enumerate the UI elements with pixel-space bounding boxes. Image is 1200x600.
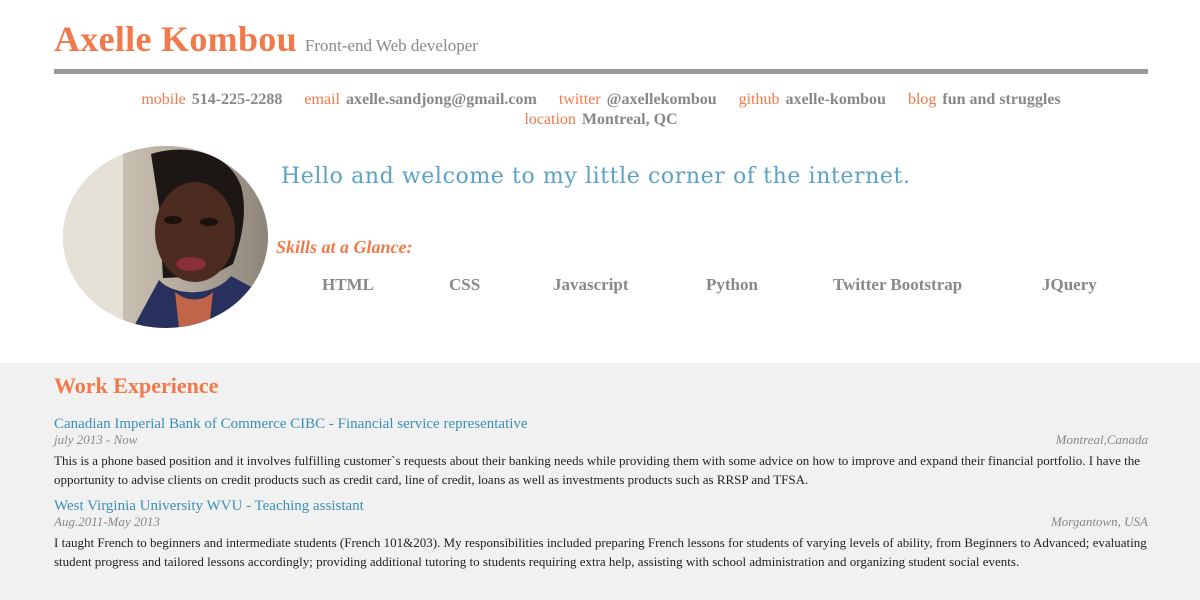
job-title: West Virginia University WVU - Teaching …: [54, 498, 364, 514]
avatar: [63, 146, 268, 328]
contact-mobile: mobile 514-225-2288: [141, 90, 282, 110]
job-location: Montreal,Canada: [1055, 432, 1148, 447]
contact-label: github: [738, 91, 780, 108]
job-description: This is a phone based position and it in…: [54, 453, 1140, 487]
section-title: Work Experience: [54, 373, 219, 398]
contact-value: 514-225-2288: [191, 91, 283, 108]
job-entry: Canadian Imperial Bank of Commerce CIBC …: [54, 415, 1148, 489]
skills-list: HTML CSS Javascript Python Twitter Boots…: [276, 275, 1148, 297]
skill-item: HTML: [322, 275, 374, 294]
skills-heading: Skills at a Glance:: [276, 237, 413, 257]
welcome-message: Hello and welcome to my little corner of…: [281, 164, 911, 189]
skill-item: CSS: [449, 275, 481, 294]
job-location: Morgantown, USA: [1050, 514, 1148, 529]
job-title: Canadian Imperial Bank of Commerce CIBC …: [54, 416, 528, 432]
contact-bar: mobile 514-225-2288 email axelle.sandjong@…: [54, 90, 1148, 130]
skill-item: Javascript: [553, 275, 629, 294]
job-description: I taught French to beginners and interme…: [54, 535, 1147, 569]
page-header: Axelle Kombou Front-end Web developer: [54, 18, 1148, 60]
contact-value: Montreal, QC: [581, 111, 678, 128]
contact-value[interactable]: axelle-kombou: [786, 91, 886, 108]
header-divider: [54, 69, 1148, 74]
skill-item: Twitter Bootstrap: [833, 275, 963, 294]
job-meta: Aug.2011-May 2013 Morgantown, USA: [54, 514, 1148, 531]
contact-value[interactable]: @axellekombou: [607, 91, 717, 108]
contact-location: location Montreal, QC: [524, 110, 677, 130]
contact-label: email: [304, 91, 340, 108]
contact-twitter[interactable]: twitter @axellekombou: [559, 90, 717, 110]
contact-email[interactable]: email axelle.sandjong@gmail.com: [304, 90, 536, 110]
contact-value[interactable]: fun and struggles: [942, 91, 1060, 108]
contact-blog[interactable]: blog fun and struggles: [908, 90, 1061, 110]
job-dates: july 2013 - Now: [54, 432, 138, 447]
skill-item: Python: [706, 275, 758, 294]
page-title: Axelle Kombou: [54, 19, 297, 59]
work-experience-section: Work Experience Canadian Imperial Bank o…: [0, 363, 1200, 600]
profile-photo: [63, 146, 268, 328]
job-meta: july 2013 - Now Montreal,Canada: [54, 432, 1148, 449]
job-dates: Aug.2011-May 2013: [54, 514, 160, 529]
skill-item: JQuery: [1042, 275, 1097, 294]
contact-label: location: [524, 111, 576, 128]
job-entry: West Virginia University WVU - Teaching …: [54, 497, 1148, 571]
contact-label: mobile: [141, 91, 186, 108]
contact-label: blog: [907, 91, 937, 108]
tagline: Front-end Web developer: [304, 36, 478, 55]
contact-value[interactable]: axelle.sandjong@gmail.com: [346, 91, 537, 108]
contact-github[interactable]: github axelle-kombou: [739, 90, 886, 110]
contact-label: twitter: [558, 91, 601, 108]
